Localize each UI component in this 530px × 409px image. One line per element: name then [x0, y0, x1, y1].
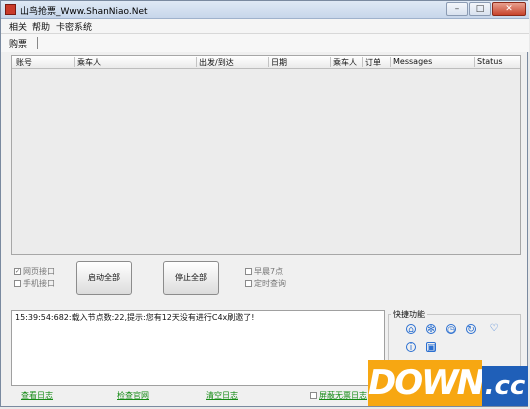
title-bar[interactable]: 山鸟抢票_Www.ShanNiao.Net – □ ✕ [1, 1, 529, 19]
check-timed-query[interactable]: 定时查询 [245, 278, 286, 289]
app-icon [5, 4, 16, 15]
check-early-7am[interactable]: 早晨7点 [245, 266, 283, 277]
info-icon[interactable]: i [406, 342, 416, 353]
watermark-suffix: .cc [482, 366, 528, 406]
clear-log-link[interactable]: 清空日志 [206, 390, 238, 401]
quick-functions-label: 快捷功能 [391, 309, 427, 320]
stop-all-button[interactable]: 停止全部 [163, 261, 219, 295]
col-account[interactable]: 账号 [14, 57, 74, 67]
control-panel: ✓ 网页接口 手机接口 启动全部 停止全部 早晨7点 定时查询 [1, 259, 529, 305]
start-all-button[interactable]: 启动全部 [76, 261, 132, 295]
menu-card-system[interactable]: 卡密系统 [56, 20, 92, 33]
refresh-icon[interactable]: ↻ [466, 324, 476, 335]
gear-icon[interactable]: ✻ [426, 324, 436, 335]
tab-separator [37, 37, 38, 49]
tab-bar: 购票 [1, 34, 529, 52]
log-output[interactable]: 15:39:54:682:载入节点数:22,提示:您有12天没有进行C4x刷邀了… [11, 310, 385, 386]
clock-icon[interactable]: ◷ [446, 324, 456, 335]
menu-related[interactable]: 相关 [9, 20, 27, 33]
check-web-api[interactable]: ✓ 网页接口 [14, 266, 55, 277]
col-order[interactable]: 订单 [362, 57, 390, 67]
menu-help[interactable]: 帮助 [32, 20, 50, 33]
home-icon[interactable]: ⌂ [406, 324, 416, 335]
app-window: 山鸟抢票_Www.ShanNiao.Net – □ ✕ 相关 帮助 卡密系统 购… [0, 0, 529, 407]
col-date[interactable]: 日期 [268, 57, 330, 67]
checkbox-checked[interactable]: ✓ [14, 268, 21, 275]
window-controls: – □ ✕ [446, 2, 526, 16]
check-site-link[interactable]: 检查官网 [117, 390, 149, 401]
col-passenger[interactable]: 乘车人 [74, 57, 196, 67]
table-header: 账号 乘车人 出发/到达 日期 乘车人 订单 Messages Status [12, 56, 520, 69]
col-messages[interactable]: Messages [390, 57, 474, 67]
checkbox[interactable] [245, 268, 252, 275]
log-line: 15:39:54:682:载入节点数:22,提示:您有12天没有进行C4x刷邀了… [15, 313, 255, 322]
check-mobile-api[interactable]: 手机接口 [14, 278, 55, 289]
watermark: DOWN .cc [368, 360, 528, 406]
col-passenger-2[interactable]: 乘车人 [330, 57, 362, 67]
checkbox[interactable] [245, 280, 252, 287]
hide-invalid-log-check[interactable]: 屏蔽无票日志 [310, 390, 367, 401]
col-status[interactable]: Status [474, 57, 520, 67]
checkbox[interactable] [310, 392, 317, 399]
close-button[interactable]: ✕ [492, 2, 526, 16]
watermark-main: DOWN [368, 360, 485, 406]
maximize-button[interactable]: □ [469, 2, 491, 16]
heart-icon[interactable]: ♡ [489, 324, 499, 334]
minimize-button[interactable]: – [446, 2, 468, 16]
view-log-link[interactable]: 查看日志 [21, 390, 53, 401]
image-icon[interactable]: ▣ [426, 342, 436, 353]
tab-buy-ticket[interactable]: 购票 [9, 37, 27, 50]
checkbox[interactable] [14, 280, 21, 287]
col-depart-arrive[interactable]: 出发/到达 [196, 57, 268, 67]
window-title: 山鸟抢票_Www.ShanNiao.Net [20, 7, 148, 17]
menu-bar: 相关 帮助 卡密系统 [1, 19, 529, 34]
order-table[interactable]: 账号 乘车人 出发/到达 日期 乘车人 订单 Messages Status [11, 55, 521, 255]
